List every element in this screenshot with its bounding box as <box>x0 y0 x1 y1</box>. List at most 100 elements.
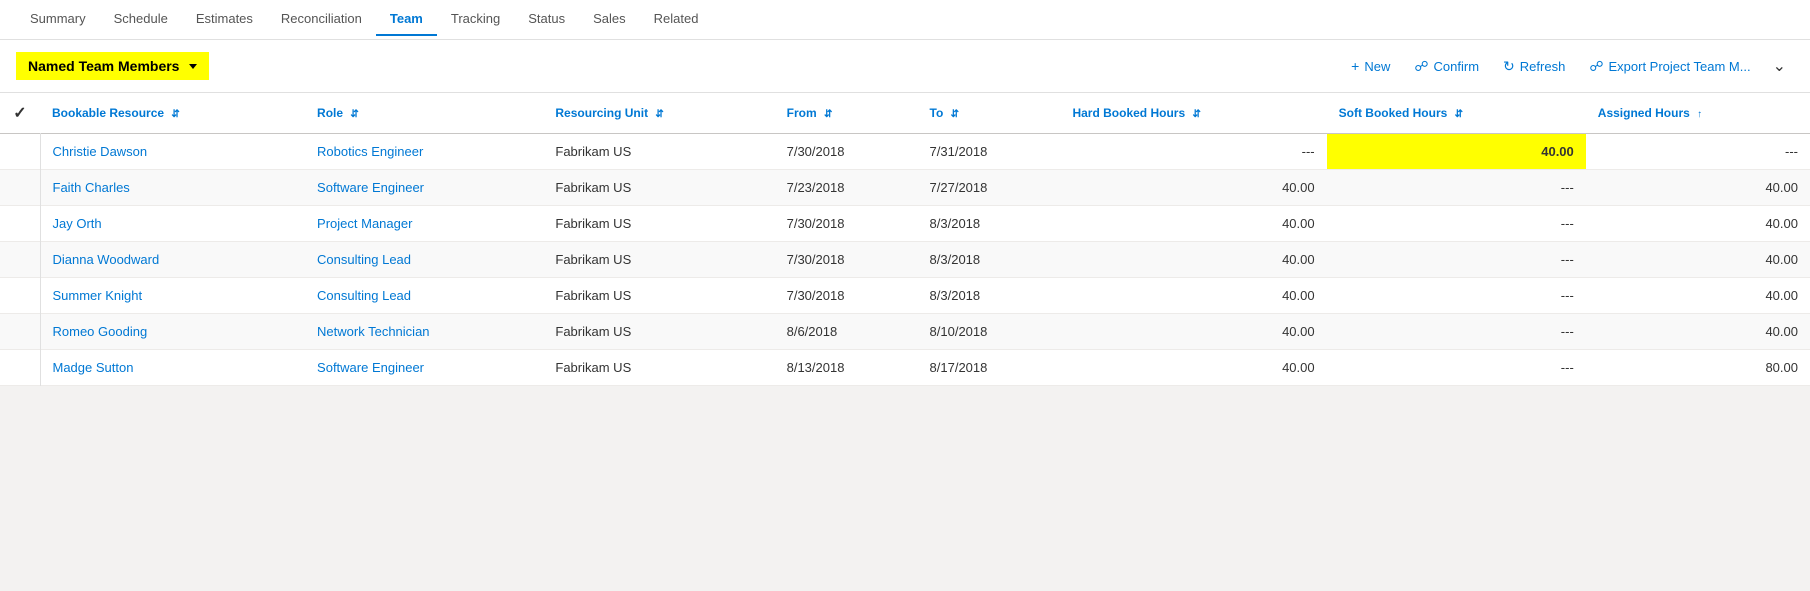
assigned-hours: 40.00 <box>1586 206 1810 242</box>
header-bookable-resource-label: Bookable Resource <box>52 106 164 120</box>
soft-booked-hours: --- <box>1327 350 1586 386</box>
table-row: Madge SuttonSoftware EngineerFabrikam US… <box>0 350 1810 386</box>
sort-bookable-resource-icon[interactable]: ⇵ <box>171 109 179 120</box>
section-title-chevron-icon <box>189 64 197 69</box>
section-actions: + New ☍ Confirm ↻ Refresh ☍ Export Proje… <box>1341 50 1794 82</box>
more-options-button[interactable]: ⌄ <box>1765 50 1794 82</box>
row-checkbox[interactable] <box>0 314 40 350</box>
to-date: 8/3/2018 <box>918 206 1061 242</box>
soft-booked-hours: --- <box>1327 206 1586 242</box>
to-date: 7/27/2018 <box>918 170 1061 206</box>
tab-related[interactable]: Related <box>640 3 713 36</box>
new-button[interactable]: + New <box>1341 52 1400 80</box>
team-members-table: ✓ Bookable Resource ⇵ Role ⇵ Resourcing … <box>0 93 1810 386</box>
row-checkbox[interactable] <box>0 170 40 206</box>
assigned-hours: 40.00 <box>1586 278 1810 314</box>
tab-sales[interactable]: Sales <box>579 3 640 36</box>
export-icon: ☍ <box>1589 58 1603 75</box>
resource-name[interactable]: Romeo Gooding <box>40 314 305 350</box>
confirm-button[interactable]: ☍ Confirm <box>1404 52 1489 81</box>
tab-reconciliation[interactable]: Reconciliation <box>267 3 376 36</box>
sort-assigned-icon[interactable]: ↑ <box>1697 109 1702 120</box>
resource-role[interactable]: Network Technician <box>305 314 543 350</box>
resource-name[interactable]: Christie Dawson <box>40 134 305 170</box>
header-checkbox-col: ✓ <box>0 93 40 134</box>
resourcing-unit: Fabrikam US <box>543 134 774 170</box>
soft-booked-hours: --- <box>1327 242 1586 278</box>
row-checkbox[interactable] <box>0 206 40 242</box>
named-team-members-button[interactable]: Named Team Members <box>16 52 209 80</box>
sort-hard-booked-icon[interactable]: ⇵ <box>1192 109 1200 120</box>
export-button[interactable]: ☍ Export Project Team M... <box>1579 52 1760 81</box>
new-button-label: New <box>1364 59 1390 74</box>
table-row: Christie DawsonRobotics EngineerFabrikam… <box>0 134 1810 170</box>
header-soft-booked-hours[interactable]: Soft Booked Hours ⇵ <box>1327 93 1586 134</box>
header-role[interactable]: Role ⇵ <box>305 93 543 134</box>
refresh-button[interactable]: ↻ Refresh <box>1493 52 1575 81</box>
select-all-checkbox[interactable]: ✓ <box>13 105 26 122</box>
resource-role[interactable]: Software Engineer <box>305 350 543 386</box>
resource-role[interactable]: Software Engineer <box>305 170 543 206</box>
tab-tracking[interactable]: Tracking <box>437 3 514 36</box>
header-assigned-hours[interactable]: Assigned Hours ↑ <box>1586 93 1810 134</box>
table-header-row: ✓ Bookable Resource ⇵ Role ⇵ Resourcing … <box>0 93 1810 134</box>
section-header: Named Team Members + New ☍ Confirm ↻ Ref… <box>0 40 1810 93</box>
row-checkbox[interactable] <box>0 278 40 314</box>
resource-role[interactable]: Project Manager <box>305 206 543 242</box>
assigned-hours: 40.00 <box>1586 242 1810 278</box>
tab-status[interactable]: Status <box>514 3 579 36</box>
tab-schedule[interactable]: Schedule <box>100 3 182 36</box>
from-date: 7/30/2018 <box>775 278 918 314</box>
header-from[interactable]: From ⇵ <box>775 93 918 134</box>
from-date: 8/6/2018 <box>775 314 918 350</box>
resourcing-unit: Fabrikam US <box>543 350 774 386</box>
header-bookable-resource[interactable]: Bookable Resource ⇵ <box>40 93 305 134</box>
resource-name[interactable]: Summer Knight <box>40 278 305 314</box>
sort-resourcing-unit-icon[interactable]: ⇵ <box>655 109 663 120</box>
tab-estimates[interactable]: Estimates <box>182 3 267 36</box>
header-soft-booked-hours-label: Soft Booked Hours <box>1339 106 1448 120</box>
sort-role-icon[interactable]: ⇵ <box>350 109 358 120</box>
resource-name[interactable]: Dianna Woodward <box>40 242 305 278</box>
header-hard-booked-hours-label: Hard Booked Hours <box>1072 106 1185 120</box>
resource-role[interactable]: Consulting Lead <box>305 242 543 278</box>
to-date: 8/17/2018 <box>918 350 1061 386</box>
to-date: 8/3/2018 <box>918 242 1061 278</box>
plus-icon: + <box>1351 58 1359 74</box>
tab-summary[interactable]: Summary <box>16 3 100 36</box>
tab-team[interactable]: Team <box>376 3 437 36</box>
to-date: 8/3/2018 <box>918 278 1061 314</box>
resource-name[interactable]: Faith Charles <box>40 170 305 206</box>
soft-booked-hours: --- <box>1327 314 1586 350</box>
hard-booked-hours: 40.00 <box>1060 278 1326 314</box>
soft-booked-hours: --- <box>1327 278 1586 314</box>
row-checkbox[interactable] <box>0 242 40 278</box>
table-row: Romeo GoodingNetwork TechnicianFabrikam … <box>0 314 1810 350</box>
sort-to-icon[interactable]: ⇵ <box>951 109 959 120</box>
soft-booked-hours: --- <box>1327 170 1586 206</box>
hard-booked-hours: 40.00 <box>1060 206 1326 242</box>
from-date: 7/23/2018 <box>775 170 918 206</box>
header-resourcing-unit[interactable]: Resourcing Unit ⇵ <box>543 93 774 134</box>
header-hard-booked-hours[interactable]: Hard Booked Hours ⇵ <box>1060 93 1326 134</box>
header-from-label: From <box>787 106 817 120</box>
header-role-label: Role <box>317 106 343 120</box>
resourcing-unit: Fabrikam US <box>543 206 774 242</box>
assigned-hours: 80.00 <box>1586 350 1810 386</box>
resourcing-unit: Fabrikam US <box>543 170 774 206</box>
hard-booked-hours: 40.00 <box>1060 350 1326 386</box>
resource-name[interactable]: Madge Sutton <box>40 350 305 386</box>
row-checkbox[interactable] <box>0 134 40 170</box>
resource-name[interactable]: Jay Orth <box>40 206 305 242</box>
sort-soft-booked-icon[interactable]: ⇵ <box>1455 109 1463 120</box>
confirm-icon: ☍ <box>1414 58 1428 75</box>
to-date: 8/10/2018 <box>918 314 1061 350</box>
refresh-button-label: Refresh <box>1520 59 1566 74</box>
sort-from-icon[interactable]: ⇵ <box>824 109 832 120</box>
header-to[interactable]: To ⇵ <box>918 93 1061 134</box>
resource-role[interactable]: Robotics Engineer <box>305 134 543 170</box>
row-checkbox[interactable] <box>0 350 40 386</box>
hard-booked-hours: 40.00 <box>1060 242 1326 278</box>
resource-role[interactable]: Consulting Lead <box>305 278 543 314</box>
hard-booked-hours: 40.00 <box>1060 170 1326 206</box>
